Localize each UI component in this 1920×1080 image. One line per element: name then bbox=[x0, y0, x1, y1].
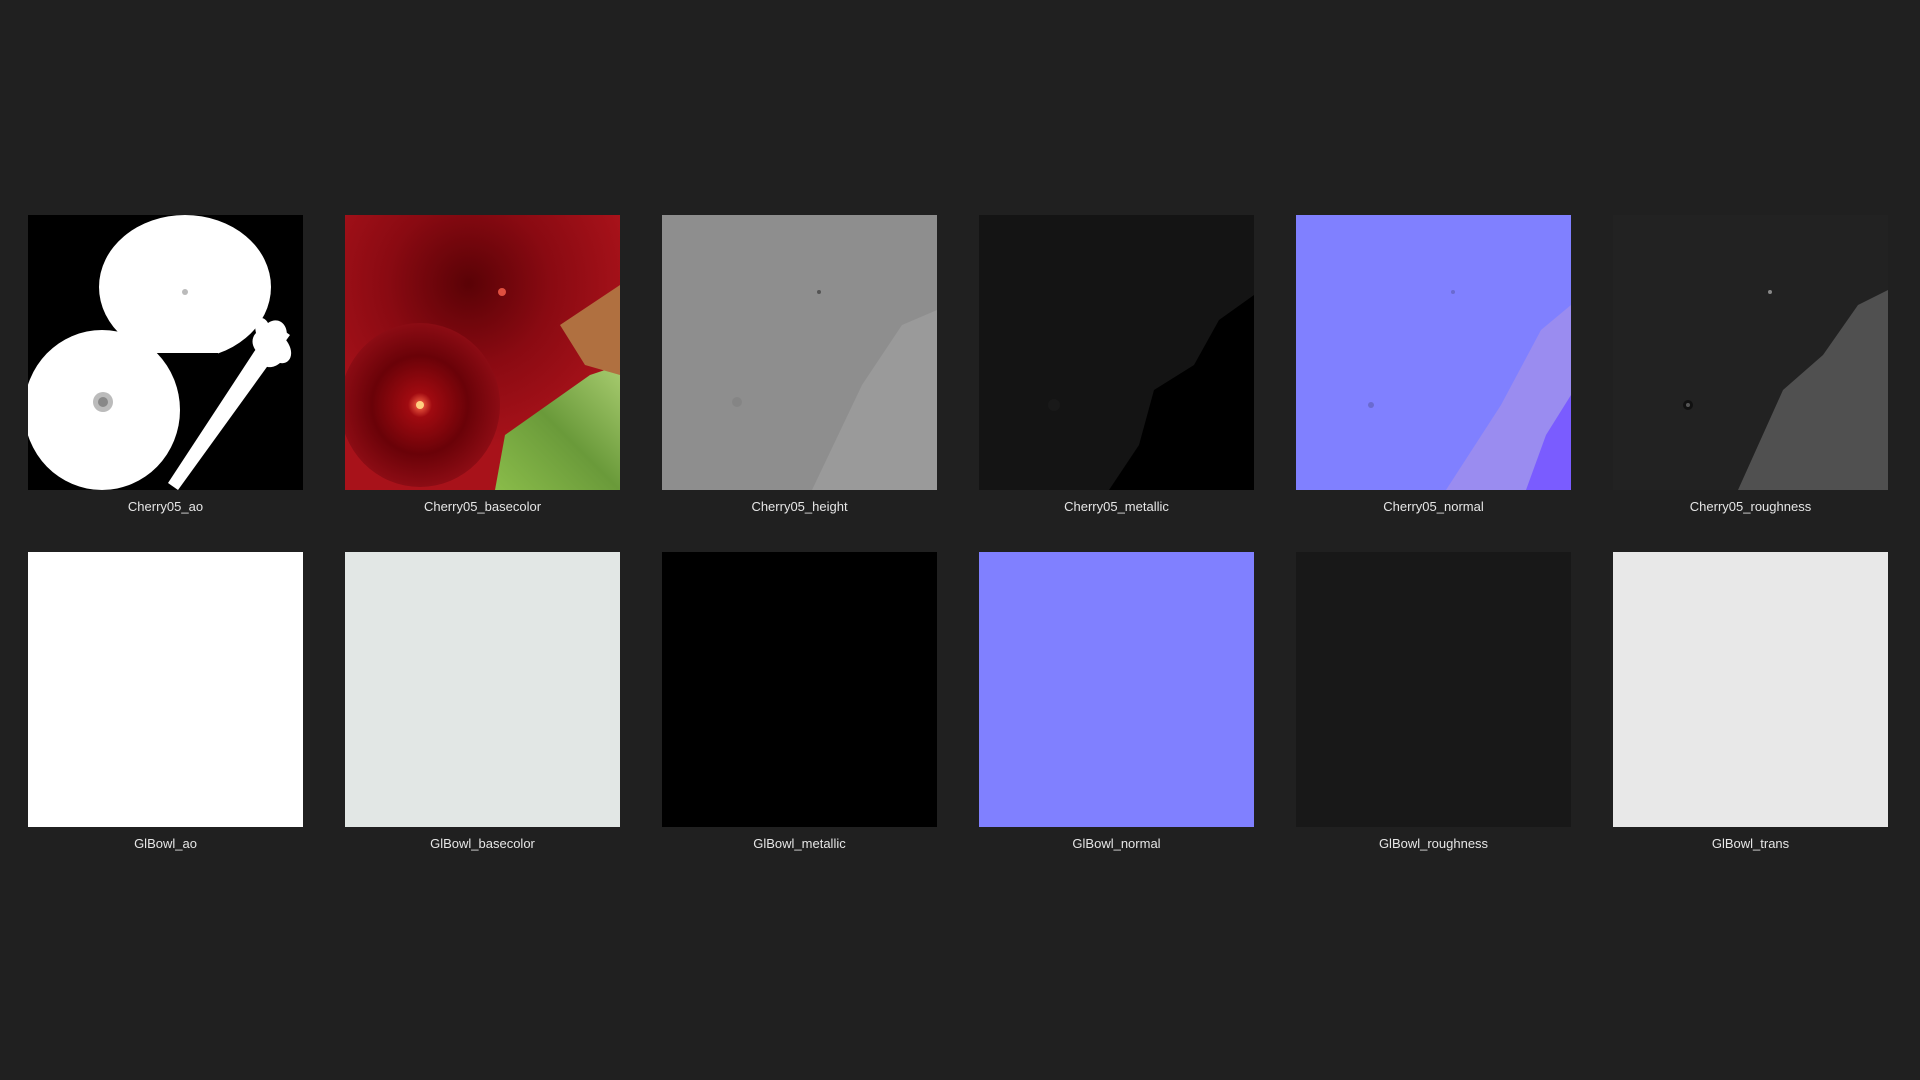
file-tile[interactable]: GlBowl_metallic bbox=[662, 552, 937, 852]
file-tile[interactable]: Cherry05_ao bbox=[28, 215, 303, 515]
thumbnail-solid[interactable] bbox=[345, 552, 620, 827]
file-tile[interactable]: GlBowl_normal bbox=[979, 552, 1254, 852]
file-name-label: Cherry05_height bbox=[751, 499, 848, 514]
thumbnail-solid[interactable] bbox=[1296, 552, 1571, 827]
metallic-preview bbox=[979, 215, 1254, 490]
file-tile[interactable]: Cherry05_height bbox=[662, 215, 937, 515]
file-tile[interactable]: GlBowl_roughness bbox=[1296, 552, 1571, 852]
file-name-label: GlBowl_ao bbox=[134, 836, 197, 851]
file-tile[interactable]: Cherry05_basecolor bbox=[345, 215, 620, 515]
thumbnail-metallic[interactable] bbox=[979, 215, 1254, 490]
thumbnail-normal[interactable] bbox=[1296, 215, 1571, 490]
file-name-label: GlBowl_trans bbox=[1711, 836, 1790, 851]
file-name-label: Cherry05_metallic bbox=[1064, 499, 1169, 514]
ambient-occlusion-preview bbox=[28, 215, 303, 490]
thumbnail-height[interactable] bbox=[662, 215, 937, 490]
file-browser: Cherry05_ao Cherry05_basecolor Cherry05_… bbox=[0, 0, 1920, 1080]
thumbnail-grid: Cherry05_ao Cherry05_basecolor Cherry05_… bbox=[28, 215, 1888, 852]
file-name-label: GlBowl_normal bbox=[1072, 836, 1161, 851]
thumbnail-ambient-occlusion[interactable] bbox=[28, 215, 303, 490]
file-tile[interactable]: Cherry05_metallic bbox=[979, 215, 1254, 515]
file-name-label: GlBowl_basecolor bbox=[430, 836, 535, 851]
thumbnail-roughness[interactable] bbox=[1613, 215, 1888, 490]
file-tile[interactable]: GlBowl_ao bbox=[28, 552, 303, 852]
file-name-label: Cherry05_roughness bbox=[1689, 499, 1812, 514]
file-name-label: GlBowl_metallic bbox=[753, 836, 846, 851]
height-preview bbox=[662, 215, 937, 490]
file-tile[interactable]: Cherry05_normal bbox=[1296, 215, 1571, 515]
basecolor-preview bbox=[345, 215, 620, 490]
roughness-preview bbox=[1613, 215, 1888, 490]
normal-preview bbox=[1296, 215, 1571, 490]
file-tile[interactable]: GlBowl_basecolor bbox=[345, 552, 620, 852]
thumbnail-solid[interactable] bbox=[1613, 552, 1888, 827]
file-name-label: Cherry05_normal bbox=[1383, 499, 1484, 514]
thumbnail-basecolor[interactable] bbox=[345, 215, 620, 490]
thumbnail-solid[interactable] bbox=[979, 552, 1254, 827]
file-name-label: Cherry05_ao bbox=[127, 499, 204, 514]
file-name-label: GlBowl_roughness bbox=[1378, 836, 1489, 851]
file-tile[interactable]: GlBowl_trans bbox=[1613, 552, 1888, 852]
file-tile[interactable]: Cherry05_roughness bbox=[1613, 215, 1888, 515]
thumbnail-solid[interactable] bbox=[662, 552, 937, 827]
thumbnail-solid[interactable] bbox=[28, 552, 303, 827]
file-name-label: Cherry05_basecolor bbox=[423, 499, 542, 514]
